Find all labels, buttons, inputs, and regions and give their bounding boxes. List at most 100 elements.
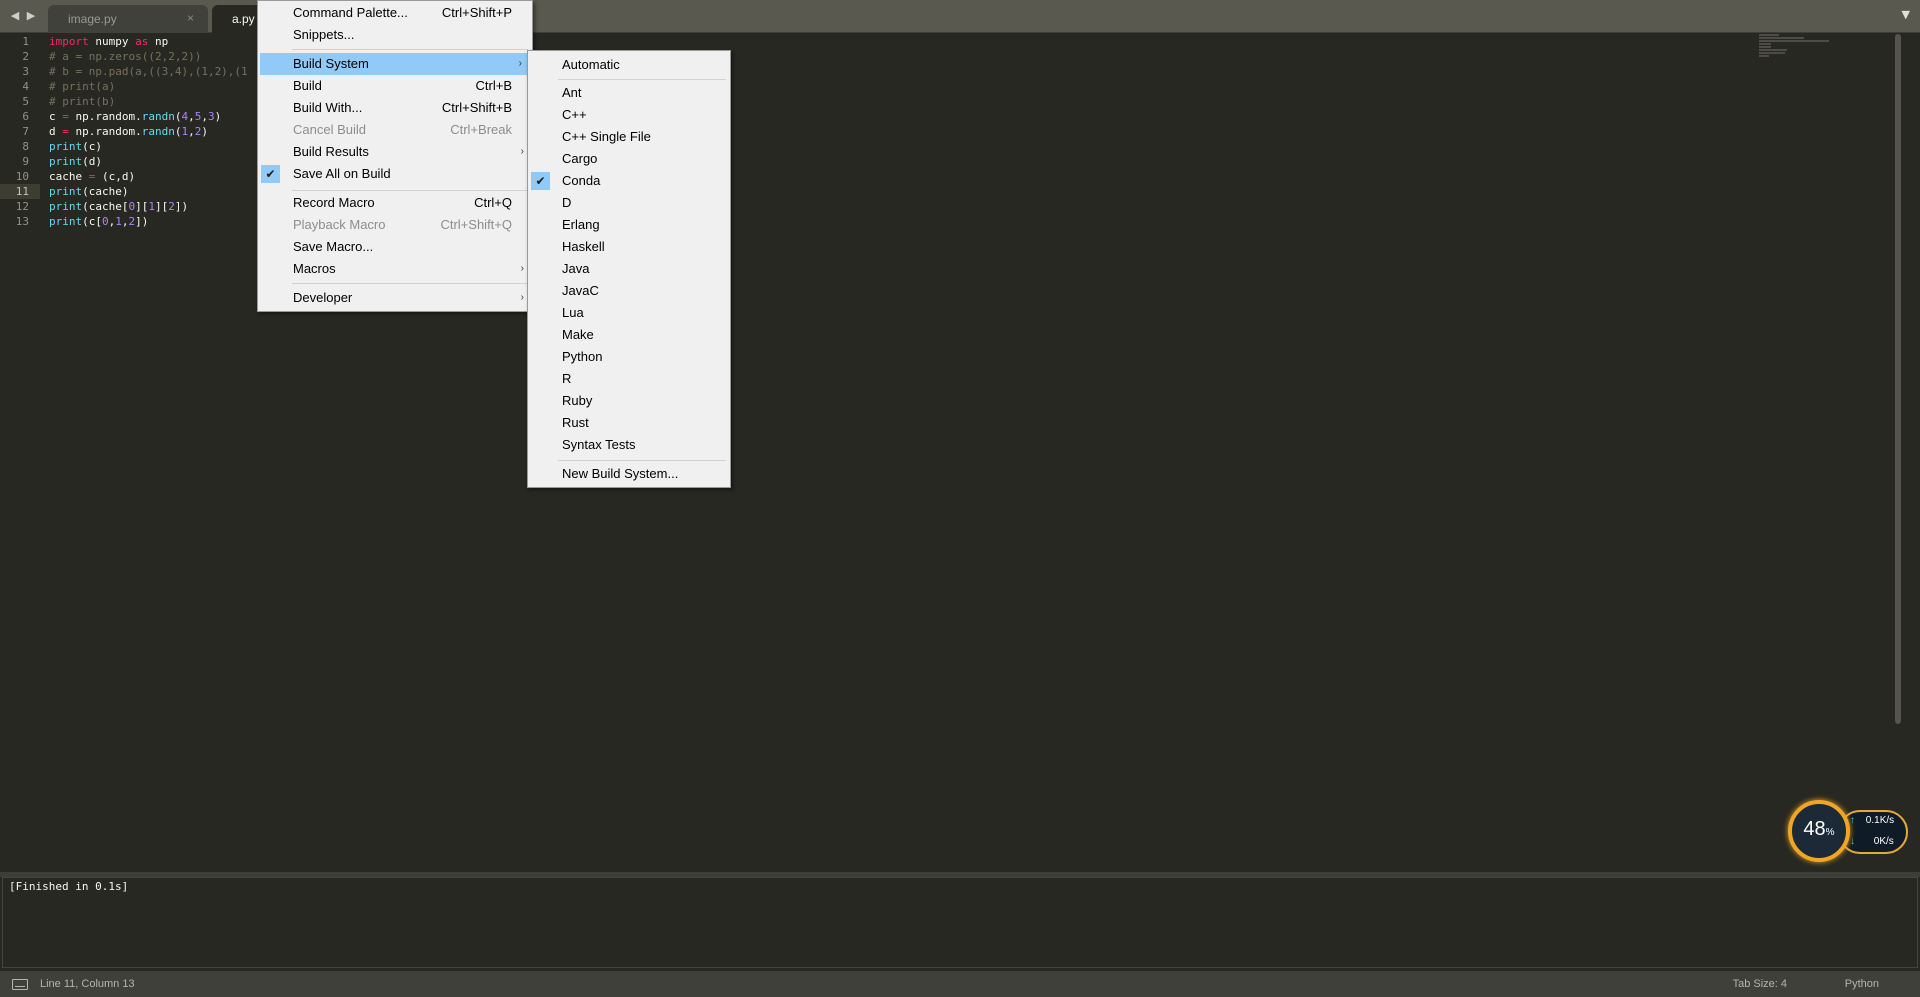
menu-separator (292, 190, 528, 191)
code-line[interactable]: # a = np.zeros((2,2,2)) (49, 49, 248, 64)
build-output: [Finished in 0.1s] (9, 880, 129, 893)
minimap-line (1759, 43, 1771, 45)
menu-item-label: Conda (562, 173, 601, 188)
tab-size[interactable]: Tab Size: 4 (1733, 978, 1787, 990)
code-content[interactable]: import numpy as np # a = np.zeros((2,2,2… (49, 34, 248, 229)
build-system-automatic[interactable]: Automatic (528, 54, 730, 76)
menu-item-cancel-build: Cancel Build Ctrl+Break (258, 119, 532, 141)
sublime-window: ◀ ▶ image.py × a.py ▼ 1 2 3 4 5 6 7 8 9 … (0, 0, 1920, 997)
menu-item-label: Macros (293, 261, 336, 276)
download-speed: ↓ 0K/s (1850, 836, 1894, 847)
code-line[interactable]: import numpy as np (49, 34, 248, 49)
gauge-percent: 48% (1792, 818, 1846, 841)
build-system-cpp-single-file[interactable]: C++ Single File (528, 126, 730, 148)
menu-item-label: Ruby (562, 393, 593, 408)
build-system-syntax-tests[interactable]: Syntax Tests (528, 434, 730, 456)
submenu-arrow-icon: › (518, 58, 522, 69)
menu-item-build-with[interactable]: Build With... Ctrl+Shift+B (258, 97, 532, 119)
line-number: 9 (22, 155, 29, 168)
menu-item-label: Build (293, 78, 322, 93)
menu-item-label: Build With... (293, 100, 363, 115)
build-system-lua[interactable]: Lua (528, 302, 730, 324)
line-number: 13 (15, 215, 29, 228)
upload-value: 0.1 (1865, 815, 1880, 826)
network-speed-widget[interactable]: ↑ 0.1K/s ↓ 0K/s 48% (1788, 800, 1910, 864)
menu-item-label: JavaC (562, 283, 599, 298)
code-line[interactable]: d = np.random.randn(1,2) (49, 124, 248, 139)
menu-item-macros[interactable]: Macros › (258, 258, 532, 280)
line-number-current: 11 (0, 184, 40, 199)
menu-item-label: Make (562, 327, 594, 342)
build-system-rust[interactable]: Rust (528, 412, 730, 434)
menu-item-label: Build Results (293, 144, 369, 159)
menu-item-label: Syntax Tests (562, 437, 636, 452)
build-system-conda[interactable]: ✔ Conda (528, 170, 730, 192)
build-system-haskell[interactable]: Haskell (528, 236, 730, 258)
build-system-cargo[interactable]: Cargo (528, 148, 730, 170)
download-arrow-icon: ↓ (1850, 836, 1855, 847)
line-number: 5 (22, 95, 29, 108)
syntax-selector[interactable]: Python (1845, 978, 1879, 990)
code-line[interactable]: cache = (c,d) (49, 169, 248, 184)
code-line[interactable]: print(c) (49, 139, 248, 154)
line-number: 2 (22, 50, 29, 63)
back-arrow-icon[interactable]: ◀ (10, 9, 20, 22)
tab-nav: ◀ ▶ (10, 9, 36, 22)
build-system-python[interactable]: Python (528, 346, 730, 368)
build-system-javac[interactable]: JavaC (528, 280, 730, 302)
vertical-scrollbar[interactable] (1895, 34, 1901, 724)
tab-image-py[interactable]: image.py × (48, 5, 208, 33)
build-system-ant[interactable]: Ant (528, 82, 730, 104)
forward-arrow-icon[interactable]: ▶ (26, 9, 36, 22)
menu-item-command-palette[interactable]: Command Palette... Ctrl+Shift+P (258, 2, 532, 24)
build-system-d[interactable]: D (528, 192, 730, 214)
panel-toggle-icon[interactable] (12, 979, 28, 990)
menu-item-save-macro[interactable]: Save Macro... (258, 236, 532, 258)
build-system-make[interactable]: Make (528, 324, 730, 346)
menu-item-label: Lua (562, 305, 584, 320)
code-line[interactable]: # b = np.pad(a,((3,4),(1,2),(1 (49, 64, 248, 79)
code-line[interactable]: print(cache) (49, 184, 248, 199)
build-system-erlang[interactable]: Erlang (528, 214, 730, 236)
build-system-submenu: Automatic Ant C++ C++ Single File Cargo … (527, 50, 731, 488)
code-line[interactable]: # print(b) (49, 94, 248, 109)
cursor-position: Line 11, Column 13 (40, 978, 135, 990)
menu-item-label: Ant (562, 85, 582, 100)
menu-item-build-system[interactable]: Build System › (260, 53, 530, 75)
close-icon[interactable]: × (187, 11, 194, 25)
minimap-line (1759, 55, 1769, 57)
chevron-down-icon[interactable]: ▼ (1902, 8, 1910, 21)
minimap[interactable] (1759, 34, 1829, 64)
output-panel[interactable]: [Finished in 0.1s] (2, 877, 1918, 968)
menu-item-build-results[interactable]: Build Results › (258, 141, 532, 163)
menu-item-build[interactable]: Build Ctrl+B (258, 75, 532, 97)
tools-menu: Command Palette... Ctrl+Shift+P Snippets… (257, 0, 533, 312)
code-line[interactable]: c = np.random.randn(4,5,3) (49, 109, 248, 124)
new-build-system[interactable]: New Build System... (528, 463, 730, 485)
submenu-arrow-icon: › (520, 146, 524, 157)
build-system-cpp[interactable]: C++ (528, 104, 730, 126)
code-line[interactable]: print(d) (49, 154, 248, 169)
build-system-ruby[interactable]: Ruby (528, 390, 730, 412)
menu-separator (558, 79, 726, 80)
menu-item-label: Record Macro (293, 195, 375, 210)
code-line[interactable]: print(c[0,1,2]) (49, 214, 248, 229)
menu-item-record-macro[interactable]: Record Macro Ctrl+Q (258, 192, 532, 214)
line-number: 7 (22, 125, 29, 138)
menu-item-snippets[interactable]: Snippets... (258, 24, 532, 46)
menu-item-label: Save Macro... (293, 239, 374, 254)
line-number: 3 (22, 65, 29, 78)
status-bar: Line 11, Column 13 Tab Size: 4 Python (0, 971, 1920, 997)
build-system-r[interactable]: R (528, 368, 730, 390)
submenu-arrow-icon: › (520, 292, 524, 303)
line-number: 10 (15, 170, 29, 183)
upload-unit: K/s (1879, 815, 1895, 826)
build-system-java[interactable]: Java (528, 258, 730, 280)
menu-item-label: Developer (293, 290, 353, 305)
line-number: 4 (22, 80, 29, 93)
menu-item-save-all-on-build[interactable]: ✔ Save All on Build (258, 163, 532, 185)
code-line[interactable]: # print(a) (49, 79, 248, 94)
code-line[interactable]: print(cache[0][1][2]) (49, 199, 248, 214)
menu-item-label: Playback Macro (293, 217, 386, 232)
menu-item-developer[interactable]: Developer › (258, 287, 532, 309)
